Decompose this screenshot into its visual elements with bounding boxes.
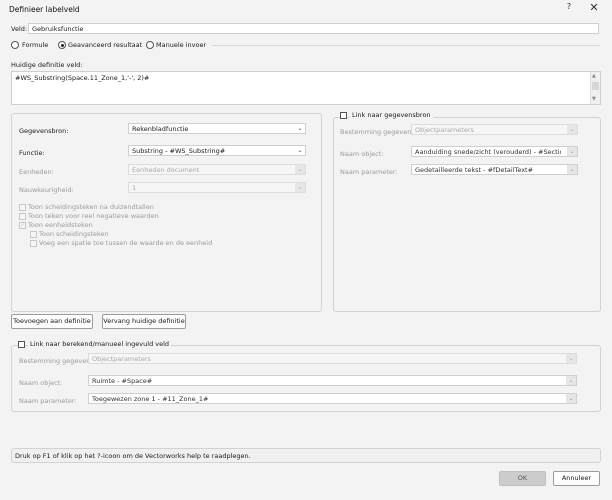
scroll-thumb[interactable] (592, 82, 599, 90)
replace-definition-button[interactable]: Vervang huidige definitie (102, 314, 186, 329)
link-data-label: Link naar gegevensbron (350, 111, 433, 119)
function-label: Functie: (19, 149, 45, 157)
help-icon[interactable]: ? (563, 2, 575, 14)
close-icon[interactable]: ✕ (587, 1, 601, 15)
right-object-value: Aanduiding snede/zicht (verouderd) - #Se… (415, 148, 561, 156)
bottom-destination-label: Bestemming gegevens: (19, 357, 96, 365)
dialog-title: Definieer labelveld (9, 5, 80, 14)
chevron-down-icon: ⌄ (566, 376, 576, 385)
definition-scrollbar[interactable]: ▲ ▼ (590, 72, 600, 104)
bottom-object-label: Naam object: (19, 379, 63, 387)
function-value: Substring - #WS_Substring# (132, 147, 226, 155)
option-separator-checkbox[interactable] (30, 231, 37, 238)
bottom-destination-value: Objectparameters (92, 355, 151, 363)
option-separator-label: Toon scheidingsteken (39, 230, 109, 238)
field-input[interactable]: Gebruiksfunctie (28, 23, 599, 34)
radio-advanced[interactable] (58, 41, 66, 49)
chevron-down-icon: ⌄ (295, 183, 305, 192)
chevron-down-icon: ⌄ (297, 125, 303, 132)
units-select[interactable]: Eenheden document ⌄ (128, 164, 306, 175)
cancel-button[interactable]: Annuleer (553, 471, 600, 486)
chevron-down-icon: ⌄ (297, 147, 303, 154)
precision-label: Nauwkeurigheid: (19, 186, 74, 194)
bottom-destination-select[interactable]: Objectparameters ⌄ (88, 353, 577, 364)
bottom-object-select[interactable]: Ruimte - #Space# ⌄ (88, 375, 577, 386)
scroll-down-icon[interactable]: ▼ (592, 96, 596, 102)
check-icon: ✓ (20, 222, 26, 229)
chevron-down-icon: ⌄ (567, 165, 577, 174)
link-data-checkbox[interactable] (340, 112, 347, 119)
title-bar (0, 0, 612, 16)
radio-manual-label: Manuele invoer (156, 41, 207, 49)
option-unit-label: Toon eenheidsteken (28, 221, 93, 229)
add-to-definition-button[interactable]: Toevoegen aan definitie (11, 314, 93, 329)
chevron-down-icon: ⌄ (567, 147, 577, 156)
option-unit-checkbox[interactable]: ✓ (19, 222, 26, 229)
chevron-down-icon: ⌄ (566, 394, 576, 403)
right-param-label: Naam parameter: (340, 168, 398, 176)
right-destination-label: Bestemming gegevens: (340, 128, 417, 136)
right-destination-select[interactable]: Objectparameters ⌄ (411, 124, 578, 135)
scroll-up-icon[interactable]: ▲ (592, 73, 596, 79)
option-negative-label: Toon teken voor reel negatieve waarden (28, 212, 159, 220)
chevron-down-icon: ⌄ (295, 165, 305, 174)
definition-label: Huidige definitie veld: (11, 61, 83, 69)
data-source-value: Rekenbladfunctie (132, 125, 189, 133)
units-label: Eenheden: (19, 168, 54, 176)
option-space-checkbox[interactable] (30, 240, 37, 247)
bottom-param-label: Naam parameter: (19, 397, 77, 405)
right-object-label: Naam object: (340, 150, 384, 158)
bottom-param-select[interactable]: Toegewezen zone 1 - #11_Zone_1# ⌄ (88, 393, 577, 404)
ok-button[interactable]: OK (499, 471, 546, 486)
right-object-select[interactable]: Aanduiding snede/zicht (verouderd) - #Se… (411, 146, 578, 157)
right-param-value: Gedetailleerde tekst - #fDetailText# (415, 166, 534, 174)
chevron-down-icon: ⌄ (566, 354, 576, 363)
precision-select[interactable]: 1 ⌄ (128, 182, 306, 193)
option-space-label: Voeg een spatie toe tussen de waarde en … (39, 239, 213, 247)
help-text: Druk op F1 of klik op het ?-icoon om de … (15, 452, 251, 460)
bottom-param-value: Toegewezen zone 1 - #11_Zone_1# (92, 395, 209, 403)
radio-manual[interactable] (146, 41, 154, 49)
option-negative-checkbox[interactable] (19, 213, 26, 220)
data-source-label: Gegevensbron: (19, 127, 69, 135)
units-value: Eenheden document (132, 166, 200, 174)
radio-formule[interactable] (11, 41, 19, 49)
link-calc-label: Link naar berekend/manueel ingevuld veld (28, 340, 172, 348)
definition-textarea[interactable]: #WS_Substring(Space.11_Zone_1,'-', 2)# ▲… (11, 71, 601, 105)
field-label: Veld: (11, 25, 28, 33)
radio-formule-label: Formule (22, 41, 49, 49)
precision-value: 1 (132, 184, 137, 192)
data-source-select[interactable]: Rekenbladfunctie ⌄ (128, 123, 306, 134)
option-thousands-label: Toon scheidingsteken na duizendtallen (28, 203, 154, 211)
chevron-down-icon: ⌄ (567, 125, 577, 134)
right-destination-value: Objectparameters (415, 126, 474, 134)
option-thousands-checkbox[interactable] (19, 204, 26, 211)
function-select[interactable]: Substring - #WS_Substring# ⌄ (128, 145, 306, 156)
radio-advanced-label: Geavanceerd resultaat (68, 41, 143, 49)
mode-separator (212, 45, 600, 46)
link-calc-checkbox[interactable] (18, 341, 25, 348)
bottom-object-value: Ruimte - #Space# (92, 377, 153, 385)
definition-text: #WS_Substring(Space.11_Zone_1,'-', 2)# (15, 74, 150, 82)
right-param-select[interactable]: Gedetailleerde tekst - #fDetailText# ⌄ (411, 164, 578, 175)
